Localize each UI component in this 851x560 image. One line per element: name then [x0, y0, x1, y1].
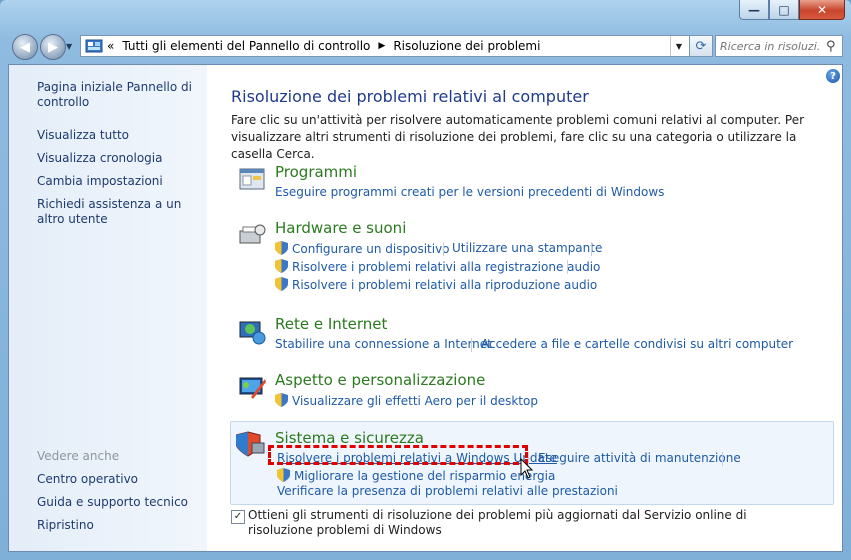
category-appearance: Aspetto e personalizzazione Visualizzare… [231, 371, 831, 411]
forward-button[interactable]: ▶ [40, 34, 66, 60]
online-troubleshooting-checkbox[interactable]: ✓ [231, 510, 245, 524]
breadcrumb-separator[interactable]: ▶ [378, 41, 385, 51]
link-label[interactable]: Migliorare la gestione del risparmio ene… [294, 469, 555, 483]
link-power-management[interactable]: Migliorare la gestione del risparmio ene… [277, 468, 555, 483]
search-input[interactable] [716, 38, 822, 54]
minimize-button[interactable]: — [739, 0, 769, 20]
link-divider [471, 338, 472, 352]
link-label[interactable]: Visualizzare gli effetti Aero per il des… [292, 394, 538, 408]
maximize-button[interactable]: □ [769, 0, 799, 20]
breadcrumb-item[interactable]: Tutti gli elementi del Pannello di contr… [122, 39, 370, 53]
back-button[interactable]: ◀ [12, 34, 38, 60]
uac-shield-icon [277, 468, 290, 482]
mouse-cursor-icon [520, 458, 534, 479]
online-troubleshooting-label[interactable]: Ottieni gli strumenti di risoluzione dei… [248, 508, 808, 538]
uac-shield-icon [275, 393, 288, 407]
category-programs: Programmi Eseguire programmi creati per … [231, 163, 831, 203]
appearance-icon [239, 377, 266, 399]
programs-icon [239, 168, 265, 190]
chevron-down-icon: ▼ [675, 41, 683, 51]
breadcrumb-root[interactable]: « [107, 39, 114, 53]
hardware-sound-icon [239, 224, 266, 244]
search-box[interactable]: ⚲ [715, 35, 843, 57]
annotation-highlight-box [268, 445, 528, 465]
category-title[interactable]: Aspetto e personalizzazione [275, 371, 485, 389]
link-shared-folders[interactable]: Accedere a file e cartelle condivisi su … [481, 337, 793, 351]
sidebar-link-recovery[interactable]: Ripristino [37, 518, 197, 533]
link-label[interactable]: Configurare un dispositivo [292, 242, 450, 256]
category-title[interactable]: Programmi [275, 163, 357, 181]
address-bar[interactable]: « Tutti gli elementi del Pannello di con… [80, 35, 712, 57]
back-arrow-icon: ◀ [20, 39, 30, 55]
page-title: Risoluzione dei problemi relativi al com… [231, 87, 589, 106]
recent-pages-dropdown[interactable]: ▼ [66, 42, 72, 51]
forward-arrow-icon: ▶ [48, 39, 58, 55]
window-controls: — □ ✕ [739, 0, 845, 20]
see-also-header: Vedere anche [37, 449, 120, 463]
network-internet-icon [239, 321, 266, 345]
navigation-toolbar: ◀ ▶ ▼ « Tutti gli elementi del Pannello … [8, 32, 843, 60]
uac-shield-icon [275, 241, 288, 255]
control-panel-icon [85, 39, 103, 53]
category-title[interactable]: Hardware e suoni [275, 219, 406, 237]
sidebar-link-change-settings[interactable]: Cambia impostazioni [37, 174, 197, 189]
link-run-old-programs[interactable]: Eseguire programmi creati per le version… [275, 185, 664, 199]
help-icon[interactable]: ? [826, 69, 840, 83]
link-aero-effects[interactable]: Visualizzare gli effetti Aero per il des… [275, 393, 538, 408]
breadcrumb-item-current[interactable]: Risoluzione dei problemi [393, 39, 540, 53]
close-button[interactable]: ✕ [799, 0, 845, 20]
sidebar-link-history[interactable]: Visualizza cronologia [37, 151, 197, 166]
sidebar-link-help-support[interactable]: Guida e supporto tecnico [37, 495, 197, 510]
link-divider [567, 260, 568, 274]
link-label[interactable]: Risolvere i problemi relativi alla regis… [292, 260, 600, 274]
category-hardware-sound: Hardware e suoni Configurare un disposit… [231, 219, 831, 299]
link-internet-connection[interactable]: Stabilire una connessione a Internet [275, 337, 492, 351]
category-network-internet: Rete e Internet Stabilire una connession… [231, 315, 831, 355]
address-history-dropdown[interactable]: ▼ [670, 36, 687, 56]
intro-text: Fare clic su un'attività per risolvere a… [231, 113, 805, 161]
link-divider [722, 452, 723, 466]
explorer-window: — □ ✕ ◀ ▶ ▼ « Tutti gli elementi del Pan… [0, 0, 851, 560]
uac-shield-icon [275, 277, 288, 291]
link-performance[interactable]: Verificare la presenza di problemi relat… [277, 484, 618, 498]
sidebar-link-home[interactable]: Pagina iniziale Pannello di controllo [37, 80, 197, 110]
link-configure-device[interactable]: Configurare un dispositivo [275, 241, 450, 256]
link-use-printer[interactable]: Utilizzare una stampante [452, 241, 602, 255]
sidebar: Pagina iniziale Pannello di controllo Vi… [9, 65, 207, 551]
sidebar-link-remote-assistance[interactable]: Richiedi assistenza a un altro utente [37, 197, 197, 227]
refresh-button[interactable]: ⟳ [689, 35, 713, 57]
link-label[interactable]: Risolvere i problemi relativi alla ripro… [292, 278, 597, 292]
link-divider [591, 242, 592, 256]
link-maintenance[interactable]: Eseguire attività di manutenzione [538, 451, 741, 465]
search-icon[interactable]: ⚲ [826, 39, 836, 54]
system-security-icon [236, 431, 265, 457]
link-divider [443, 242, 444, 256]
category-title[interactable]: Rete e Internet [275, 315, 387, 333]
sidebar-link-view-all[interactable]: Visualizza tutto [37, 128, 197, 143]
link-audio-playback[interactable]: Risolvere i problemi relativi alla ripro… [275, 277, 597, 292]
link-audio-recording[interactable]: Risolvere i problemi relativi alla regis… [275, 259, 600, 274]
sidebar-link-action-center[interactable]: Centro operativo [37, 472, 197, 487]
uac-shield-icon [275, 259, 288, 273]
refresh-icon: ⟳ [695, 38, 707, 54]
